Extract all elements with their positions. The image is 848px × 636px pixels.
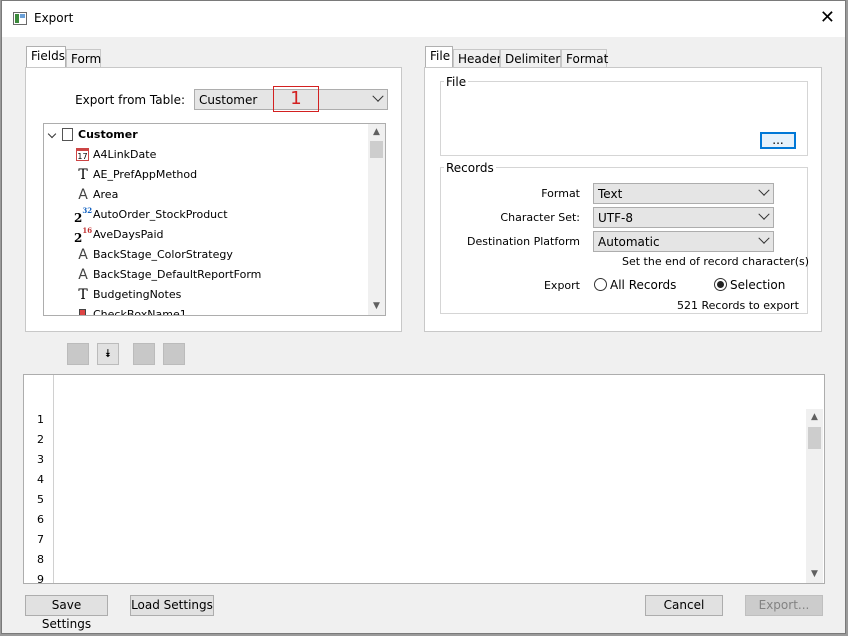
tree-scrollbar[interactable]: ▲ ▼ — [368, 124, 385, 315]
line-number: 6 — [37, 513, 44, 526]
tree-item[interactable]: 17 A4LinkDate — [44, 145, 364, 165]
eol-hint-link[interactable]: Set the end of record character(s) — [622, 255, 809, 268]
format-select-value: Text — [598, 187, 623, 201]
table-select-value: Customer — [199, 93, 258, 107]
platform-select-value: Automatic — [598, 235, 660, 249]
tree-root-label: Customer — [78, 128, 138, 141]
close-icon[interactable]: ✕ — [820, 8, 835, 28]
collapse-down-icon[interactable]: ⯯ — [97, 343, 119, 365]
chevron-down-icon — [758, 232, 770, 244]
tree-item[interactable]: 232 AutoOrder_StockProduct — [44, 205, 364, 225]
scroll-thumb[interactable] — [370, 141, 383, 158]
line-number: 9 — [37, 573, 44, 584]
all-records-radio[interactable] — [594, 278, 607, 291]
toolbar-button-3[interactable] — [133, 343, 155, 365]
editor-scrollbar[interactable]: ▲ ▼ — [806, 409, 823, 583]
tree-root-customer[interactable]: Customer — [44, 125, 364, 145]
scroll-up-icon[interactable]: ▲ — [806, 409, 823, 426]
tab-form[interactable]: Form — [66, 49, 101, 69]
tab-fields[interactable]: Fields — [26, 46, 66, 68]
line-number: 4 — [37, 473, 44, 486]
selection-radio[interactable] — [714, 278, 727, 291]
export-button[interactable]: Export... — [745, 595, 823, 616]
window-title: Export — [34, 11, 74, 25]
chevron-down-icon — [372, 90, 384, 102]
tree-item[interactable]: A BackStage_ColorStrategy — [44, 245, 364, 265]
line-number: 8 — [37, 553, 44, 566]
app-window-icon — [13, 12, 27, 25]
chevron-down-icon — [758, 208, 770, 220]
scroll-down-icon[interactable]: ▼ — [806, 566, 823, 583]
tree-item-label: CheckBoxName1 — [93, 308, 187, 316]
int16-type-icon: 216 — [74, 226, 93, 245]
charset-label: Character Set: — [500, 211, 580, 224]
line-number: 1 — [37, 413, 44, 426]
scroll-down-icon[interactable]: ▼ — [368, 298, 385, 315]
tree-item-label: A4LinkDate — [93, 148, 157, 161]
tab-file[interactable]: File — [425, 46, 453, 68]
alpha-type-icon: A — [78, 187, 88, 203]
line-number: 3 — [37, 453, 44, 466]
tree-item-label: AE_PrefAppMethod — [93, 168, 198, 181]
boolean-type-icon — [79, 309, 86, 315]
chevron-down-icon[interactable] — [47, 129, 57, 139]
line-number: 5 — [37, 493, 44, 506]
preview-editor[interactable]: 1 2 3 4 5 6 7 8 9 ▲ ▼ — [23, 374, 825, 584]
tree-item[interactable]: T BudgetingNotes — [44, 285, 364, 305]
toolbar-button-1[interactable] — [67, 343, 89, 365]
tree-item-label: AveDaysPaid — [93, 228, 164, 241]
calendar-icon: 17 — [76, 148, 89, 161]
charset-select-value: UTF-8 — [598, 211, 633, 225]
tab-header[interactable]: Header — [453, 49, 502, 69]
records-count: 521 Records to export — [677, 299, 799, 312]
tree-item-label: BackStage_DefaultReportForm — [93, 268, 262, 281]
tab-format[interactable]: Format — [561, 49, 608, 69]
alpha-type-icon: A — [78, 247, 88, 263]
gutter-divider — [53, 375, 54, 583]
export-from-table-label: Export from Table: — [75, 93, 185, 107]
tree-item[interactable]: A Area — [44, 185, 364, 205]
title-bar: Export ✕ — [2, 1, 845, 37]
charset-select[interactable]: UTF-8 — [593, 207, 774, 228]
tree-item[interactable]: 216 AveDaysPaid — [44, 225, 364, 245]
selection-label[interactable]: Selection — [730, 278, 785, 292]
file-group-title: File — [444, 75, 469, 89]
table-icon — [62, 128, 73, 141]
file-group — [440, 81, 808, 156]
export-label: Export — [543, 279, 580, 292]
scroll-up-icon[interactable]: ▲ — [368, 124, 385, 141]
line-number: 7 — [37, 533, 44, 546]
int32-type-icon: 232 — [74, 206, 93, 225]
tree-item[interactable]: T AE_PrefAppMethod — [44, 165, 364, 185]
platform-label: Destination Platform — [466, 235, 580, 248]
toolbar-button-4[interactable] — [163, 343, 185, 365]
tree-item[interactable]: A BackStage_DefaultReportForm — [44, 265, 364, 285]
chevron-down-icon — [758, 184, 770, 196]
annotation-marker: 1 — [273, 86, 319, 112]
load-settings-button[interactable]: Load Settings — [130, 595, 214, 616]
platform-select[interactable]: Automatic — [593, 231, 774, 252]
tree-item-label: BackStage_ColorStrategy — [93, 248, 233, 261]
format-label: Format — [541, 187, 580, 200]
browse-button[interactable]: ... — [760, 132, 796, 149]
tree-item-label: AutoOrder_StockProduct — [93, 208, 228, 221]
save-settings-button[interactable]: Save Settings — [25, 595, 108, 631]
field-tree[interactable]: Customer 17 A4LinkDate T AE_PrefAppMetho… — [43, 123, 386, 316]
records-group-title: Records — [444, 161, 496, 175]
alpha-type-icon: A — [78, 267, 88, 283]
all-records-label[interactable]: All Records — [610, 278, 676, 292]
format-select[interactable]: Text — [593, 183, 774, 204]
tab-delimiters[interactable]: Delimiters — [500, 49, 567, 69]
tree-item[interactable]: CheckBoxName1 — [44, 305, 364, 316]
scroll-thumb[interactable] — [808, 427, 821, 449]
tree-item-label: Area — [93, 188, 119, 201]
text-type-icon: T — [78, 287, 88, 303]
cancel-button[interactable]: Cancel — [645, 595, 723, 616]
tree-item-label: BudgetingNotes — [93, 288, 182, 301]
text-type-icon: T — [78, 167, 88, 183]
line-number: 2 — [37, 433, 44, 446]
